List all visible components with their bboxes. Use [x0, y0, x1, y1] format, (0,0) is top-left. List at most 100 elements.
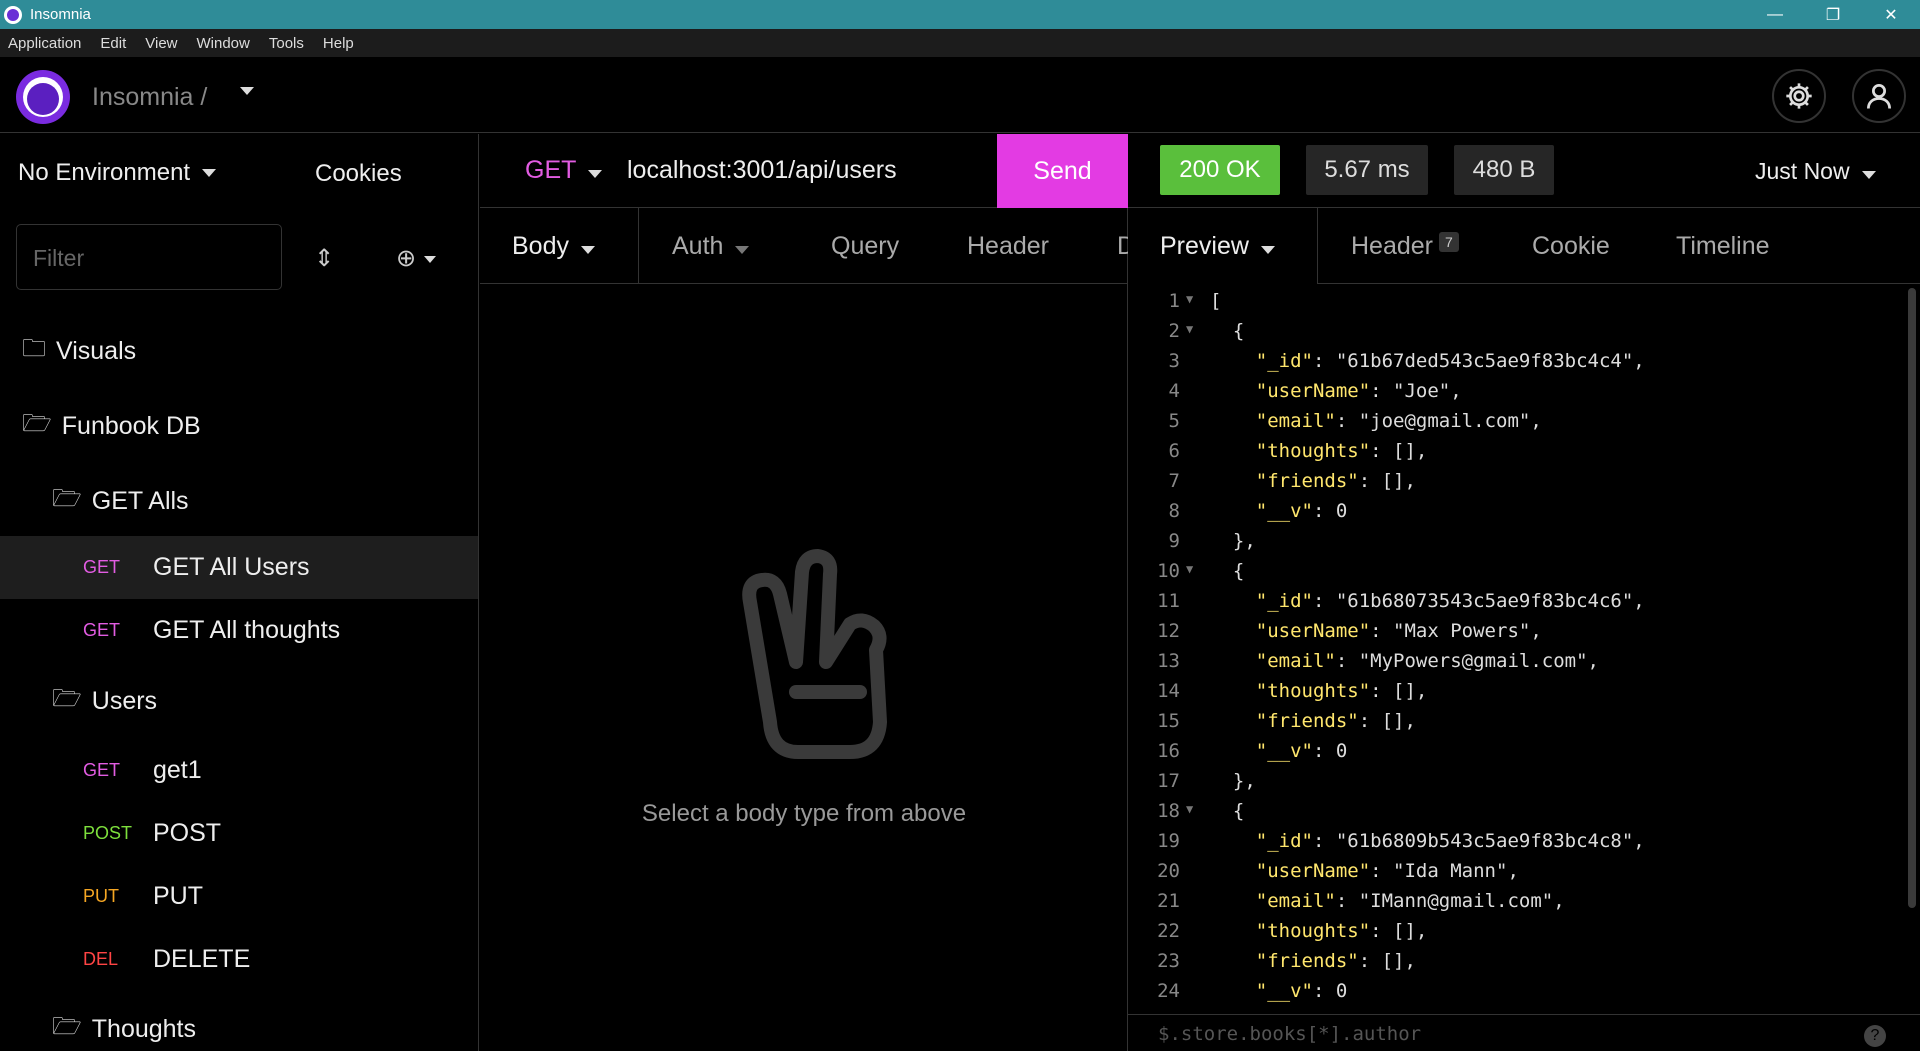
minimize-button[interactable]: — — [1746, 0, 1804, 29]
add-request-icon[interactable]: ⊕ — [396, 244, 437, 273]
line-number: 18 — [1157, 800, 1180, 822]
line-number: 23 — [1157, 950, 1180, 972]
code-line: 7 "friends": [], — [1128, 470, 1908, 500]
code-text: "thoughts": [], — [1255, 440, 1428, 462]
close-button[interactable]: ✕ — [1862, 0, 1920, 29]
tab-cookie[interactable]: Cookie — [1532, 232, 1610, 261]
code-line: 24 "__v": 0 — [1128, 980, 1908, 1004]
cookies-button[interactable]: Cookies — [315, 160, 402, 188]
fold-toggle-icon[interactable]: ▼ — [1186, 322, 1193, 336]
folder-funbook-db[interactable]: 🗁 Funbook DB — [22, 395, 201, 457]
method-badge: PUT — [83, 886, 119, 906]
code-text: { — [1210, 320, 1245, 342]
menu-window[interactable]: Window — [197, 35, 250, 52]
code-text: "userName": "Joe", — [1255, 380, 1462, 402]
code-text: { — [1210, 800, 1245, 822]
code-text: "friends": [], — [1255, 470, 1416, 492]
tab-preview[interactable]: Preview — [1160, 232, 1275, 261]
line-number: 16 — [1157, 740, 1180, 762]
folder-label: Visuals — [56, 336, 137, 365]
menu-view[interactable]: View — [145, 35, 177, 52]
response-filter-bar: $.store.books[*].author ? — [1128, 1014, 1920, 1051]
code-text: { — [1210, 560, 1245, 582]
method-badge: GET — [83, 760, 121, 780]
app-icon — [4, 5, 22, 24]
status-badge: 200 OK — [1160, 145, 1280, 195]
folder-closed-icon: 🗀 — [22, 334, 46, 362]
line-number: 4 — [1168, 380, 1180, 402]
response-scrollbar[interactable] — [1908, 288, 1916, 908]
line-number: 13 — [1157, 650, 1180, 672]
line-number: 3 — [1168, 350, 1180, 372]
code-line: 8 "__v": 0 — [1128, 500, 1908, 530]
request-post[interactable]: POST POST — [0, 802, 478, 865]
code-line: 5 "email": "joe@gmail.com", — [1128, 410, 1908, 440]
method-selector[interactable]: GET — [525, 156, 603, 185]
sidebar: No Environment Cookies Filter ⇕ ⊕ 🗀 Visu… — [0, 134, 479, 1051]
code-line: 4 "userName": "Joe", — [1128, 380, 1908, 410]
url-input[interactable]: localhost:3001/api/users — [627, 156, 897, 185]
folder-visuals[interactable]: 🗀 Visuals — [22, 320, 136, 382]
request-label: GET All Users — [153, 553, 310, 581]
menu-application[interactable]: Application — [8, 35, 81, 52]
menu-tools[interactable]: Tools — [269, 35, 304, 52]
line-number: 21 — [1157, 890, 1180, 912]
fold-toggle-icon[interactable]: ▼ — [1186, 562, 1193, 576]
environment-label: No Environment — [18, 159, 191, 186]
line-number: 15 — [1157, 710, 1180, 732]
tab-body[interactable]: Body — [512, 232, 595, 261]
code-text: "_id": "61b68073543c5ae9f83bc4c6", — [1255, 590, 1645, 612]
menu-edit[interactable]: Edit — [100, 35, 126, 52]
send-button[interactable]: Send — [997, 134, 1128, 208]
tab-divider — [638, 208, 639, 284]
code-text: "__v": 0 — [1255, 500, 1348, 522]
response-body-viewer[interactable]: 1 ▼ [2 ▼ {3 "_id": "61b67ded543c5ae9f83bc4c… — [1128, 284, 1908, 1004]
request-pane: GET localhost:3001/api/users Send Body A… — [480, 134, 1128, 1051]
insomnia-logo-icon[interactable] — [16, 70, 70, 124]
folder-thoughts[interactable]: 🗁 Thoughts — [52, 998, 196, 1051]
chevron-down-icon — [580, 246, 595, 254]
response-filter-input[interactable]: $.store.books[*].author — [1158, 1023, 1421, 1045]
response-status-bar: 200 OK 5.67 ms 480 B Just Now — [1128, 134, 1920, 208]
menu-help[interactable]: Help — [323, 35, 354, 52]
account-user-icon[interactable] — [1852, 69, 1906, 123]
tab-auth[interactable]: Auth — [672, 232, 750, 261]
code-text: "thoughts": [], — [1255, 920, 1428, 942]
request-delete[interactable]: DEL DELETE — [0, 928, 478, 991]
folder-users[interactable]: 🗁 Users — [52, 670, 157, 732]
code-text: "__v": 0 — [1255, 980, 1348, 1002]
tab-response-header[interactable]: Header 7 — [1351, 232, 1459, 261]
fold-toggle-icon[interactable]: ▼ — [1186, 802, 1193, 816]
window-titlebar: Insomnia — ❐ ✕ — [0, 0, 1920, 29]
tab-timeline[interactable]: Timeline — [1676, 232, 1770, 261]
line-number: 17 — [1157, 770, 1180, 792]
line-number: 14 — [1157, 680, 1180, 702]
request-get1[interactable]: GET get1 — [0, 739, 478, 802]
maximize-button[interactable]: ❐ — [1804, 0, 1862, 29]
tab-docs[interactable]: D — [1117, 232, 1128, 261]
code-line: 13 "email": "MyPowers@gmail.com", — [1128, 650, 1908, 680]
tab-header[interactable]: Header — [967, 232, 1049, 261]
folder-get-alls[interactable]: 🗁 GET Alls — [52, 470, 189, 532]
workspace-dropdown-chevron-icon[interactable] — [240, 87, 254, 95]
workspace-breadcrumb[interactable]: Insomnia / — [92, 83, 207, 112]
request-put[interactable]: PUT PUT — [0, 865, 478, 928]
request-get-all-thoughts[interactable]: GET GET All thoughts — [0, 599, 478, 662]
tab-query[interactable]: Query — [831, 232, 899, 261]
folder-open-icon: 🗁 — [52, 684, 82, 712]
fold-toggle-icon[interactable]: ▼ — [1186, 292, 1193, 306]
method-badge: POST — [83, 823, 133, 843]
code-line: 18 ▼ { — [1128, 800, 1908, 830]
method-label: GET — [525, 156, 577, 184]
environment-selector[interactable]: No Environment — [0, 134, 478, 212]
code-text: }, — [1210, 770, 1256, 792]
settings-gear-icon[interactable] — [1772, 69, 1826, 123]
line-number: 22 — [1157, 920, 1180, 942]
sidebar-filter-input[interactable]: Filter — [16, 224, 282, 290]
app-header: Insomnia / — [0, 57, 1920, 133]
help-icon[interactable]: ? — [1864, 1025, 1886, 1047]
folder-open-icon: 🗁 — [52, 484, 82, 512]
response-history-dropdown[interactable]: Just Now — [1755, 158, 1876, 185]
request-get-all-users[interactable]: GET GET All Users — [0, 536, 478, 599]
sort-icon[interactable]: ⇕ — [314, 244, 334, 273]
